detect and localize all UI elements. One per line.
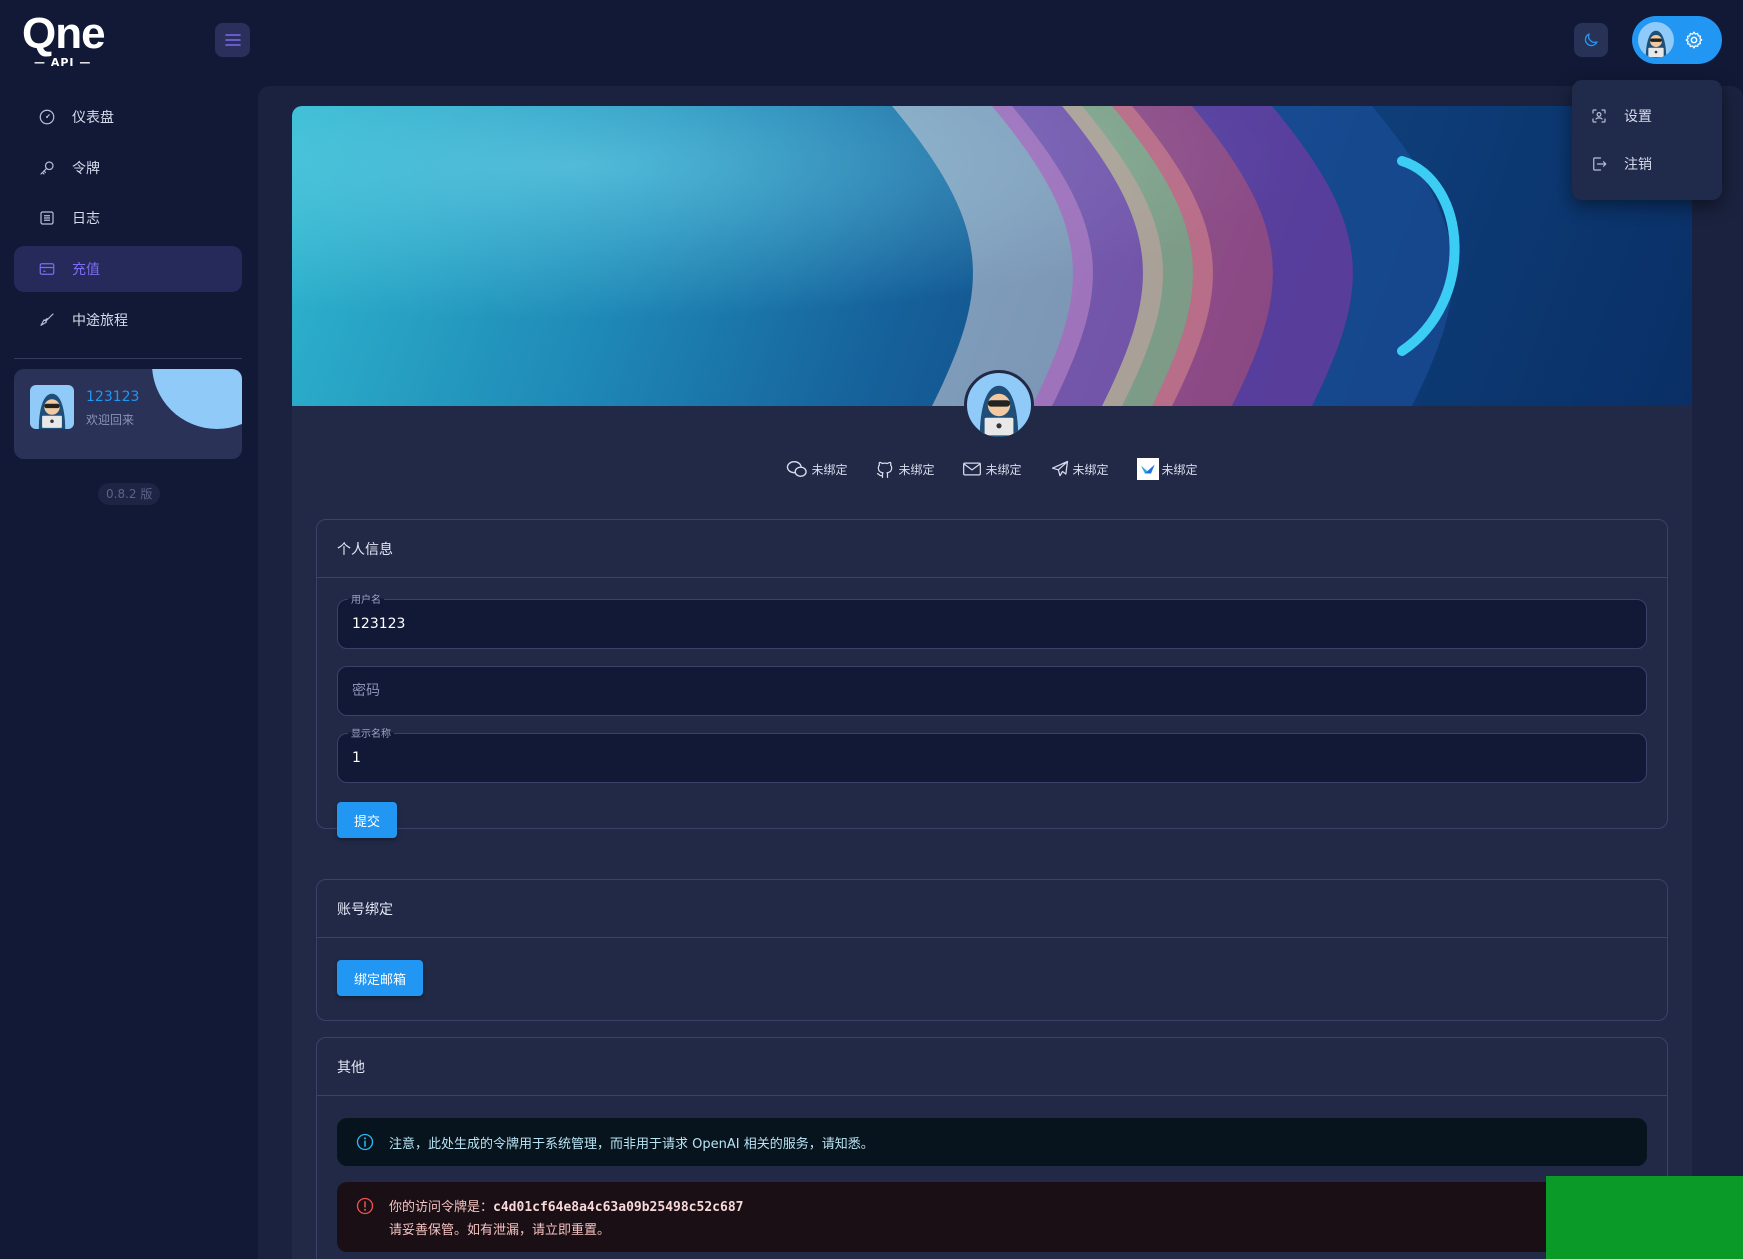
- telegram-icon: [1051, 460, 1068, 477]
- github-binding[interactable]: 未绑定: [875, 458, 934, 480]
- brush-icon: [40, 313, 54, 326]
- gear-icon: [1685, 31, 1703, 49]
- username-input[interactable]: [338, 600, 1646, 648]
- hamburger-icon: [224, 34, 241, 46]
- sidebar-item-midjourney[interactable]: 中途旅程: [14, 297, 242, 343]
- menu-item-label: 设置: [1624, 109, 1652, 125]
- moon-icon: [1584, 33, 1598, 47]
- profile-banner: [292, 106, 1692, 406]
- personal-info-card: 个人信息 用户名 显示名称 提交: [316, 519, 1668, 838]
- username-field[interactable]: 用户名: [337, 591, 1647, 649]
- avatar: [1638, 22, 1674, 58]
- info-text: 注意，此处生成的令牌用于系统管理，而非用于请求 OpenAI 相关的服务，请知悉…: [389, 1136, 874, 1152]
- display-name-field[interactable]: 显示名称: [337, 725, 1647, 783]
- dashboard-icon: [39, 109, 55, 125]
- avatar: [30, 385, 74, 429]
- green-overlay-block: [1546, 1176, 1743, 1259]
- card-title: 账号绑定: [317, 880, 1667, 938]
- display-name-input[interactable]: [338, 734, 1646, 782]
- email-binding[interactable]: 未绑定: [962, 458, 1022, 480]
- github-icon: [877, 461, 893, 478]
- menu-item-label: 注销: [1624, 157, 1652, 173]
- menu-toggle-button[interactable]: [215, 23, 250, 57]
- binding-label: 未绑定: [985, 462, 1022, 477]
- sidebar-item-logs[interactable]: 日志: [14, 195, 242, 241]
- binding-label: 未绑定: [811, 462, 848, 477]
- logo-subtitle: — API —: [34, 56, 92, 69]
- profile-menu-button[interactable]: [1632, 16, 1722, 64]
- sidebar-item-label: 仪表盘: [72, 110, 114, 126]
- field-label: 用户名: [348, 591, 384, 606]
- user-card-decoration: [152, 369, 242, 429]
- logout-icon: [1593, 157, 1607, 171]
- binding-label: 未绑定: [1072, 462, 1109, 477]
- profile-panel: 未绑定 未绑定 未绑定 未绑定 未绑定 个人信息 用户名 123123 显示名称…: [292, 370, 1692, 1259]
- token-warning: 请妥善保管。如有泄漏，请立即重置。: [389, 1223, 611, 1238]
- app-logo: Qne — API —: [22, 9, 112, 70]
- binding-status-row: 未绑定 未绑定 未绑定 未绑定 未绑定: [292, 458, 1692, 480]
- account-binding-card: 账号绑定 绑定邮箱: [316, 879, 1668, 1021]
- submit-button[interactable]: 提交: [337, 802, 398, 838]
- other-card: 其他 注意，此处生成的令牌用于系统管理，而非用于请求 OpenAI 相关的服务，…: [316, 1037, 1668, 1259]
- binding-label: 未绑定: [1161, 462, 1198, 477]
- sidebar-item-label: 令牌: [72, 161, 100, 177]
- info-icon: [356, 1133, 374, 1151]
- access-token-value[interactable]: c4d01cf64e8a4c63a09b25498c52c687: [493, 1200, 743, 1215]
- welcome-text: 欢迎回来: [86, 413, 135, 427]
- menu-item-logout[interactable]: 注销: [1572, 140, 1722, 188]
- card-title: 其他: [317, 1038, 1667, 1096]
- main-content: 未绑定 未绑定 未绑定 未绑定 未绑定 个人信息 用户名 123123 显示名称…: [258, 86, 1743, 1259]
- credit-card-icon: [39, 263, 55, 275]
- password-input[interactable]: [338, 667, 1646, 715]
- sidebar-item-topup[interactable]: 充值: [14, 246, 242, 292]
- theme-toggle-button[interactable]: [1574, 23, 1608, 57]
- lark-icon: [1136, 458, 1159, 480]
- card-title: 个人信息: [317, 520, 1667, 578]
- info-alert: 注意，此处生成的令牌用于系统管理，而非用于请求 OpenAI 相关的服务，请知悉…: [337, 1118, 1647, 1166]
- field-label: 显示名称: [348, 725, 394, 740]
- bind-email-button[interactable]: 绑定邮箱: [337, 960, 424, 996]
- log-icon: [40, 211, 54, 225]
- version-badge: 0.8.2 版: [98, 483, 161, 505]
- menu-item-settings[interactable]: 设置: [1572, 92, 1722, 140]
- token-alert: 你的访问令牌是：c4d01cf64e8a4c63a09b25498c52c687…: [337, 1182, 1647, 1252]
- sidebar-divider: [14, 358, 242, 359]
- user-name: 123123: [86, 389, 140, 405]
- lark-binding[interactable]: 未绑定: [1136, 458, 1198, 480]
- token-alert-body: 你的访问令牌是：c4d01cf64e8a4c63a09b25498c52c687…: [389, 1196, 743, 1238]
- error-icon: [356, 1197, 374, 1215]
- user-card: 123123 欢迎回来: [14, 369, 242, 459]
- email-icon: [963, 462, 982, 476]
- binding-label: 未绑定: [898, 462, 935, 477]
- avatar: [964, 370, 1034, 440]
- telegram-binding[interactable]: 未绑定: [1050, 458, 1109, 480]
- profile-dropdown-menu: 设置 注销: [1572, 80, 1722, 200]
- logo-wordmark: Qne: [22, 9, 106, 58]
- settings-scan-icon: [1592, 109, 1606, 123]
- token-prefix: 你的访问令牌是：: [389, 1200, 494, 1215]
- sidebar-item-tokens[interactable]: 令牌: [14, 145, 242, 191]
- sidebar-item-label: 中途旅程: [72, 313, 128, 329]
- wechat-binding[interactable]: 未绑定: [786, 458, 847, 480]
- password-field[interactable]: [337, 666, 1647, 716]
- sidebar-item-label: 日志: [72, 211, 100, 227]
- key-icon: [40, 161, 54, 175]
- sidebar-item-dashboard[interactable]: 仪表盘: [14, 94, 242, 140]
- wechat-icon: [787, 461, 808, 477]
- sidebar-item-label: 充值: [72, 262, 100, 278]
